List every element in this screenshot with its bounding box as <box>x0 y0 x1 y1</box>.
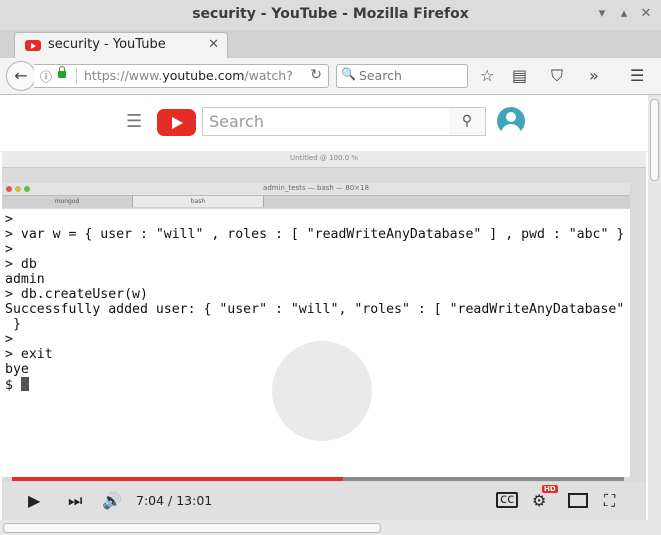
terminal-line: > db.createUser(w) <box>5 287 148 302</box>
terminal-cursor <box>20 377 29 391</box>
reading-list-icon[interactable]: ▤ <box>512 66 527 85</box>
youtube-search-input[interactable]: Search <box>202 107 450 136</box>
terminal-line: admin <box>5 272 45 287</box>
youtube-search-placeholder: Search <box>209 112 264 131</box>
maximize-button[interactable]: ▴ <box>616 6 632 22</box>
minimize-button[interactable]: ▾ <box>594 6 610 22</box>
tab-label: security - YouTube <box>48 37 166 52</box>
terminal-tab-bash: bash <box>133 196 264 207</box>
url-text[interactable]: https://www.youtube.com/watch? <box>84 68 293 83</box>
terminal-prompt-line: $ <box>5 377 29 393</box>
video-player[interactable]: Untitled @ 100.0 % admin_tests — bash — … <box>2 151 646 520</box>
tab-strip: security - YouTube ✕ + <box>0 30 661 82</box>
youtube-search-button[interactable]: ⚲ <box>449 107 486 136</box>
navigation-toolbar: ← ⓘ https://www.youtube.com/watch? ↻ 🔍 S… <box>0 58 661 95</box>
bookmark-star-icon[interactable]: ☆ <box>480 66 494 85</box>
terminal-line: > <box>5 212 13 227</box>
terminal-line: > db <box>5 257 37 272</box>
video-screen-title: Untitled @ 100.0 % <box>289 154 359 162</box>
tab-close-icon[interactable]: ✕ <box>208 37 219 52</box>
youtube-favicon-icon <box>25 40 41 51</box>
play-icon[interactable]: ▶ <box>28 491 40 510</box>
window-titlebar: security - YouTube - Mozilla Firefox ▾ ▴… <box>0 0 661 31</box>
terminal-line: > <box>5 242 13 257</box>
video-progress-fill <box>12 477 344 481</box>
terminal-line: > <box>5 332 13 347</box>
youtube-logo[interactable] <box>157 109 196 136</box>
video-play-overlay-icon <box>272 341 372 441</box>
terminal-title: admin_tests — bash — 80×18 <box>263 184 369 192</box>
settings-gear-icon[interactable]: ⚙ <box>532 491 546 510</box>
video-screen-titlebar: Untitled @ 100.0 % <box>2 151 646 168</box>
terminal-line: > exit <box>5 347 53 362</box>
back-button[interactable]: ← <box>6 61 36 91</box>
terminal-titlebar: admin_tests — bash — 80×18 <box>2 183 630 196</box>
browser-search-bar[interactable]: 🔍 Search <box>336 64 468 88</box>
overflow-chevron-icon[interactable]: » <box>589 66 599 85</box>
terminal-tabs: mongod bash <box>2 196 630 208</box>
pocket-icon[interactable]: ⛉ <box>551 66 563 86</box>
reload-icon[interactable]: ↻ <box>310 67 322 83</box>
horizontal-scroll-thumb[interactable] <box>3 523 381 533</box>
hd-badge: HD <box>542 485 558 493</box>
terminal-output: > > var w = { user : "will" , roles : [ … <box>2 209 630 477</box>
avatar[interactable] <box>497 107 525 135</box>
url-bar[interactable]: ⓘ https://www.youtube.com/watch? ↻ <box>34 64 329 88</box>
info-icon[interactable]: ⓘ <box>40 68 52 85</box>
window-title: security - YouTube - Mozilla Firefox <box>192 6 469 22</box>
guide-menu-icon[interactable]: ☰ <box>126 111 142 132</box>
terminal-line: Successfully added user: { "user" : "wil… <box>5 302 630 317</box>
theater-mode-icon[interactable] <box>568 493 588 508</box>
close-window-button[interactable]: ✕ <box>638 6 654 22</box>
next-icon[interactable]: ⏭ <box>68 491 82 511</box>
hamburger-menu-icon[interactable]: ☰ <box>630 66 644 85</box>
urlbar-separator <box>76 68 77 84</box>
terminal-line: } <box>5 317 21 332</box>
horizontal-scrollbar[interactable] <box>0 520 648 535</box>
video-progress-bar[interactable] <box>12 477 624 481</box>
captions-icon[interactable]: cc <box>496 492 519 508</box>
fullscreen-icon[interactable]: ⛶ <box>604 491 615 511</box>
youtube-header: ☰ Search ⚲ <box>0 95 648 152</box>
vertical-scroll-thumb[interactable] <box>650 99 659 181</box>
terminal-line: > var w = { user : "will" , roles : [ "r… <box>5 227 625 242</box>
terminal-tab-mongod: mongod <box>2 196 133 207</box>
volume-icon[interactable]: 🔊 <box>102 491 122 510</box>
video-controls: ▶ ⏭ 🔊 7:04 / 13:01 cc ⚙ HD ⛶ <box>2 482 646 520</box>
browser-search-placeholder: Search <box>359 68 402 83</box>
vertical-scrollbar[interactable] <box>648 95 661 535</box>
search-icon: 🔍 <box>341 67 356 81</box>
terminal-line: bye <box>5 362 29 377</box>
page-content: ☰ Search ⚲ Untitled @ 100.0 % admin_test… <box>0 95 648 520</box>
video-time: 7:04 / 13:01 <box>136 493 213 508</box>
lock-icon <box>58 66 66 78</box>
tab-security-youtube[interactable]: security - YouTube ✕ <box>14 32 228 59</box>
